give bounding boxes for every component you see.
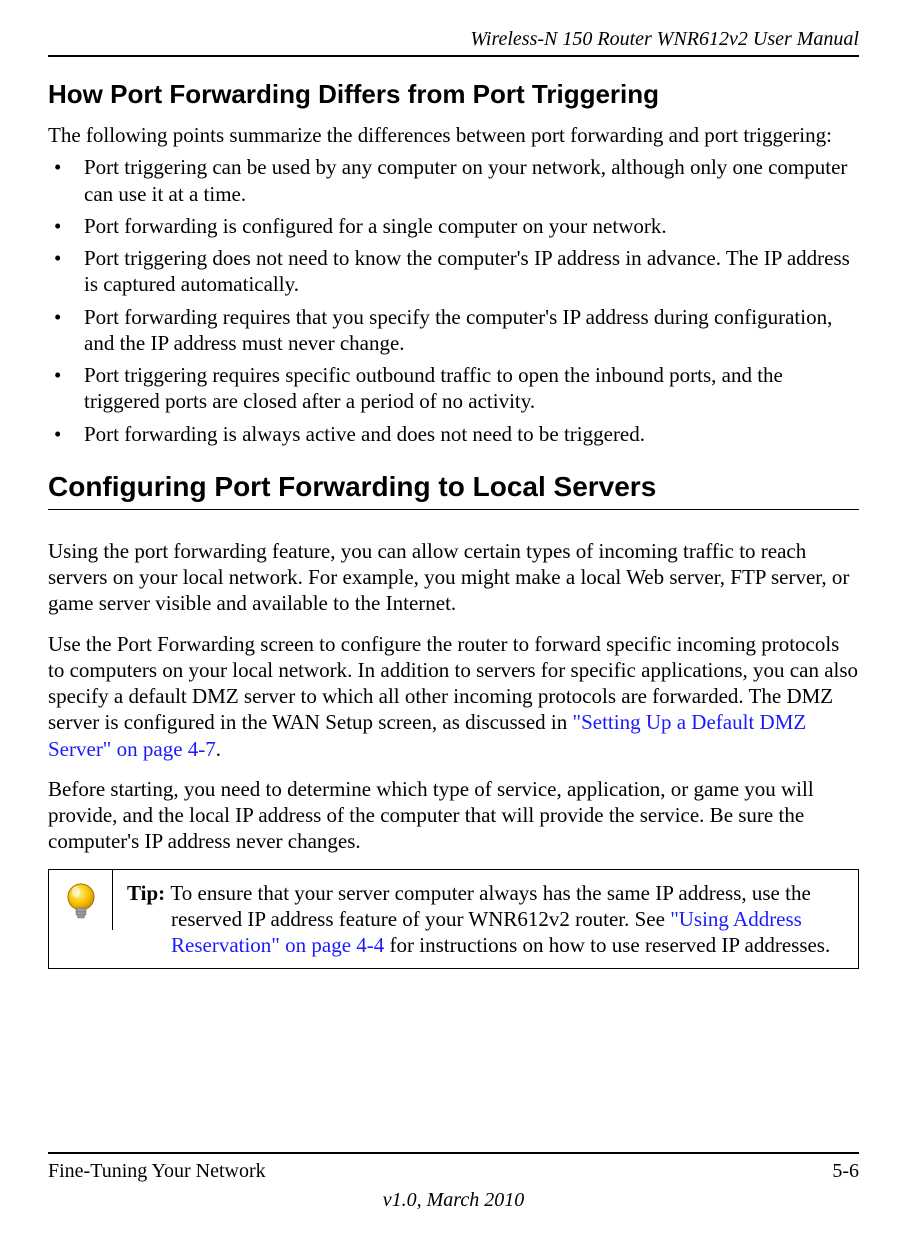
list-item: Port triggering requires specific outbou… (48, 362, 859, 415)
section-divider (48, 509, 859, 510)
tip-callout-box: Tip: To ensure that your server computer… (48, 869, 859, 970)
body-paragraph-1: Using the port forwarding feature, you c… (48, 538, 859, 617)
list-item: Port forwarding requires that you specif… (48, 304, 859, 357)
differences-bullet-list: Port triggering can be used by any compu… (48, 154, 859, 447)
body-paragraph-3: Before starting, you need to determine w… (48, 776, 859, 855)
list-item: Port triggering does not need to know th… (48, 245, 859, 298)
intro-paragraph: The following points summarize the diffe… (48, 122, 859, 148)
tip-post-text: for instructions on how to use reserved … (384, 933, 830, 957)
para2-post-text: . (216, 737, 221, 761)
list-item: Port triggering can be used by any compu… (48, 154, 859, 207)
tip-text: Tip: To ensure that your server computer… (113, 870, 858, 969)
header-divider (48, 55, 859, 57)
footer-chapter: Fine-Tuning Your Network (48, 1160, 266, 1183)
lightbulb-icon (61, 880, 101, 920)
body-paragraph-2: Use the Port Forwarding screen to config… (48, 631, 859, 762)
doc-header-title: Wireless-N 150 Router WNR612v2 User Manu… (48, 28, 859, 51)
footer-divider (48, 1152, 859, 1154)
tip-icon-cell (49, 870, 113, 930)
footer-version: v1.0, March 2010 (48, 1189, 859, 1212)
section-heading-differences: How Port Forwarding Differs from Port Tr… (48, 79, 859, 110)
page-footer: Fine-Tuning Your Network 5-6 v1.0, March… (48, 1152, 859, 1212)
list-item: Port forwarding is configured for a sing… (48, 213, 859, 239)
tip-label: Tip: (127, 881, 170, 905)
footer-page-number: 5-6 (832, 1160, 859, 1183)
section-heading-configuring: Configuring Port Forwarding to Local Ser… (48, 471, 859, 503)
list-item: Port forwarding is always active and doe… (48, 421, 859, 447)
